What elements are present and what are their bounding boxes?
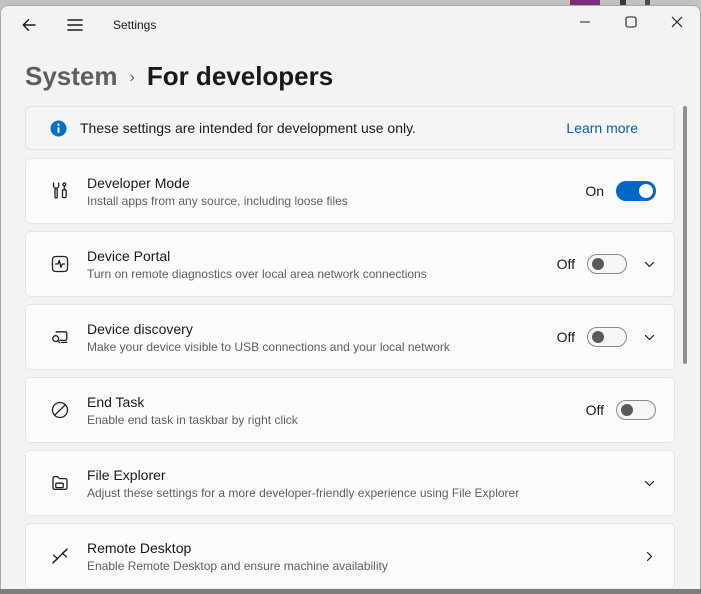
settings-content: These settings are intended for developm… <box>1 100 700 589</box>
device-portal-toggle[interactable] <box>587 254 627 274</box>
remote-desktop-icon <box>50 546 70 566</box>
setting-title: End Task <box>87 394 586 410</box>
back-button[interactable] <box>9 7 49 43</box>
setting-title: Device Portal <box>87 248 557 264</box>
setting-text: Developer Mode Install apps from any sou… <box>87 175 585 208</box>
window-title: Settings <box>113 18 156 32</box>
screen-bottom-strip <box>0 589 701 594</box>
toggle-state-label: Off <box>557 256 575 272</box>
vertical-scrollbar[interactable] <box>683 106 687 364</box>
developer-mode-toggle[interactable] <box>616 181 656 201</box>
info-icon <box>50 120 67 137</box>
breadcrumb-separator: › <box>130 65 135 87</box>
chevron-right-icon[interactable] <box>643 550 656 563</box>
setting-row-remote-desktop[interactable]: Remote Desktop Enable Remote Desktop and… <box>25 523 675 589</box>
setting-subtitle: Install apps from any source, including … <box>87 194 585 208</box>
end-task-icon <box>50 400 70 420</box>
minimize-button[interactable] <box>562 6 608 38</box>
setting-row-device-discovery[interactable]: Device discovery Make your device visibl… <box>25 304 675 370</box>
titlebar: Settings <box>1 6 700 44</box>
setting-subtitle: Enable end task in taskbar by right clic… <box>87 413 586 427</box>
navigation-menu-button[interactable] <box>55 7 95 43</box>
learn-more-link[interactable]: Learn more <box>566 120 638 136</box>
setting-title: Developer Mode <box>87 175 585 191</box>
caption-controls <box>562 6 700 38</box>
breadcrumb-system[interactable]: System <box>25 61 118 92</box>
maximize-button[interactable] <box>608 6 654 38</box>
chevron-down-icon[interactable] <box>643 477 656 490</box>
setting-title: Remote Desktop <box>87 540 627 556</box>
back-arrow-icon <box>21 17 37 33</box>
toggle-knob <box>639 184 653 198</box>
close-button[interactable] <box>654 6 700 38</box>
toggle-state-label: Off <box>557 329 575 345</box>
setting-title: Device discovery <box>87 321 557 337</box>
chevron-down-icon[interactable] <box>643 331 656 344</box>
banner-text: These settings are intended for developm… <box>80 120 566 136</box>
hamburger-menu-icon <box>67 18 83 32</box>
device-discovery-toggle[interactable] <box>587 327 627 347</box>
setting-title: File Explorer <box>87 467 627 483</box>
device-portal-icon <box>50 254 70 274</box>
setting-row-device-portal[interactable]: Device Portal Turn on remote diagnostics… <box>25 231 675 297</box>
toggle-knob <box>592 331 604 343</box>
end-task-toggle[interactable] <box>616 400 656 420</box>
setting-text: Device Portal Turn on remote diagnostics… <box>87 248 557 281</box>
setting-subtitle: Enable Remote Desktop and ensure machine… <box>87 559 627 573</box>
device-discovery-icon <box>50 327 70 347</box>
maximize-icon <box>625 16 637 28</box>
setting-text: Remote Desktop Enable Remote Desktop and… <box>87 540 627 573</box>
developer-mode-icon <box>50 181 70 201</box>
minimize-icon <box>579 16 591 28</box>
toggle-state-label: On <box>585 183 604 199</box>
setting-text: Device discovery Make your device visibl… <box>87 321 557 354</box>
close-icon <box>671 16 683 28</box>
setting-row-end-task: End Task Enable end task in taskbar by r… <box>25 377 675 443</box>
breadcrumb: System › For developers <box>1 44 700 100</box>
info-banner: These settings are intended for developm… <box>25 106 675 150</box>
setting-text: File Explorer Adjust these settings for … <box>87 467 627 500</box>
setting-subtitle: Turn on remote diagnostics over local ar… <box>87 267 557 281</box>
file-explorer-icon <box>50 473 70 493</box>
setting-row-file-explorer[interactable]: File Explorer Adjust these settings for … <box>25 450 675 516</box>
toggle-knob <box>621 404 633 416</box>
settings-window: Settings System › For developers <box>0 5 701 594</box>
setting-text: End Task Enable end task in taskbar by r… <box>87 394 586 427</box>
chevron-down-icon[interactable] <box>643 258 656 271</box>
setting-row-developer-mode: Developer Mode Install apps from any sou… <box>25 158 675 224</box>
toggle-state-label: Off <box>586 402 604 418</box>
setting-subtitle: Make your device visible to USB connecti… <box>87 340 557 354</box>
setting-subtitle: Adjust these settings for a more develop… <box>87 486 627 500</box>
toggle-knob <box>592 258 604 270</box>
page-title: For developers <box>147 61 333 92</box>
